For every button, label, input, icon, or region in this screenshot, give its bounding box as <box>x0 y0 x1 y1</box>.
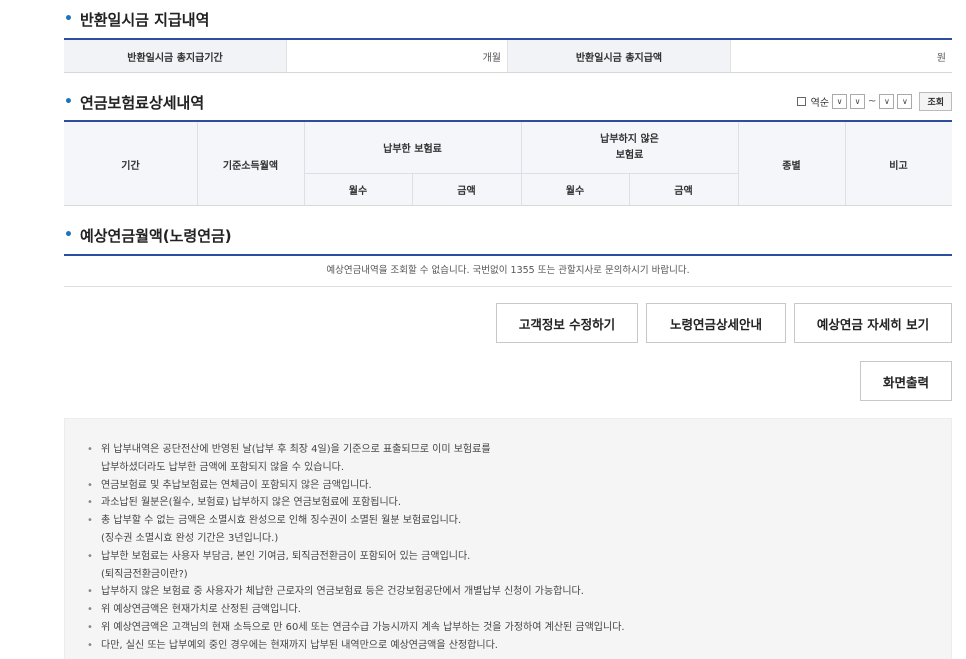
notes-box: • 위 납부내역은 공단전산에 반영된 날(납부 후 최장 4일)을 기준으로 표… <box>64 418 952 659</box>
chevron-down-icon: ∨ <box>836 97 843 106</box>
note-item: (징수권 소멸시효 완성 기간은 3년입니다.) <box>101 532 279 544</box>
bullet-icon: • <box>64 94 73 110</box>
bullet-icon: • <box>87 497 93 509</box>
end-year-select[interactable]: ∨ <box>879 94 895 109</box>
print-screen-button[interactable]: 화면출력 <box>860 361 952 401</box>
header-remarks: 비고 <box>889 160 908 172</box>
old-age-guide-button[interactable]: 노령연금상세안내 <box>646 303 786 343</box>
detail-title-text: 연금보험료상세내역 <box>79 93 205 112</box>
note-item: • 총 납부할 수 없는 금액은 소멸시효 완성으로 인해 징수권이 소멸된 월분… <box>85 512 951 530</box>
refund-amount-label: 반환일시금 총지급액 <box>508 40 730 72</box>
expected-bottom-border <box>64 286 952 287</box>
edit-customer-button[interactable]: 고객정보 수정하기 <box>496 303 638 343</box>
reverse-checkbox[interactable] <box>796 97 806 106</box>
bullet-icon: • <box>87 444 93 455</box>
expected-message: 예상연금내역을 조회할 수 없습니다. 국번없이 1355 또는 관할지사로 문… <box>326 265 690 276</box>
start-month-select[interactable]: ∨ <box>850 94 866 109</box>
note-link-retirement[interactable]: (퇴직금전환금이란?) <box>85 566 951 584</box>
note-item: • 납부하지 않은 보험료 중 사용자가 체납한 근로자의 연금보험료 등은 건강… <box>85 583 951 601</box>
bullet-icon: • <box>64 11 73 27</box>
header-unpaid-months: 월수 <box>565 186 585 197</box>
search-button[interactable]: 조회 <box>919 92 952 111</box>
header-base-income: 기준소득월액 <box>222 160 279 172</box>
bullet-icon: • <box>87 639 93 651</box>
expected-title-text: 예상연금월액(노령연금) <box>79 226 232 245</box>
chevron-down-icon: ∨ <box>884 97 890 106</box>
bullet-icon: • <box>87 515 93 527</box>
range-separator: ~ <box>868 96 877 107</box>
header-paid-amount: 금액 <box>457 186 476 197</box>
note-item: • 위 예상연금액은 현재가치로 산정된 금액입니다. <box>85 601 951 619</box>
bullet-icon: • <box>64 227 73 243</box>
refund-amount-value: 원 <box>730 40 952 72</box>
bullet-icon: • <box>87 621 93 633</box>
refund-summary-table: 반환일시금 총지급기간 개월 반환일시금 총지급액 원 <box>64 38 952 73</box>
note-item: • 과소납된 월분은(월수, 보험료) 납부하지 않은 연금보험료에 포함됩니다. <box>85 494 951 512</box>
header-paid-months: 월수 <box>348 186 368 197</box>
note-item: • 위 납부내역은 공단전산에 반영된 날(납부 후 최장 4일)을 기준으로 표… <box>85 441 951 459</box>
refund-period-unit: 개월 <box>482 52 501 64</box>
expected-section-title: • 예상연금월액(노령연금) <box>64 224 232 246</box>
header-period: 기간 <box>121 160 140 172</box>
start-year-select[interactable]: ∨ <box>832 94 848 109</box>
end-month-select[interactable]: ∨ <box>897 94 913 109</box>
bullet-icon: • <box>87 479 93 491</box>
expected-top-border <box>64 254 952 256</box>
refund-period-label: 반환일시금 총지급기간 <box>64 40 286 72</box>
header-type: 종별 <box>782 160 801 172</box>
chevron-down-icon: ∨ <box>854 97 861 106</box>
note-item: • 다만, 실신 또는 납부예외 중인 경우에는 현재까지 납부된 내역만으로 예… <box>85 637 951 655</box>
detail-toolbar: 역순 ∨ ∨ ~ ∨ ∨ 조회 <box>796 92 952 111</box>
bullet-icon: • <box>87 604 93 616</box>
note-item: • 납부한 보험료는 사용자 부담금, 본인 기여금, 퇴직금전환금이 포함되어 … <box>85 548 951 566</box>
header-unpaid-amount: 금액 <box>674 186 693 197</box>
refund-title-text: 반환일시금 지급내역 <box>79 10 210 29</box>
note-item: 납부하셨더라도 납부한 금액에 포함되지 않을 수 있습니다. <box>101 461 345 473</box>
reverse-label: 역순 <box>810 98 830 109</box>
refund-period-value: 개월 <box>286 40 508 72</box>
bullet-icon: • <box>87 550 93 562</box>
refund-section-title: • 반환일시금 지급내역 <box>64 8 209 30</box>
bullet-icon: • <box>87 586 93 598</box>
refund-amount-unit: 원 <box>936 52 946 64</box>
note-item: • 연금보험료 및 추납보험료는 연체금이 포함되지 않은 금액입니다. <box>85 477 951 495</box>
header-paid: 납부한 보험료 <box>383 144 442 155</box>
premium-detail-table: 기간 기준소득월액 납부한 보험료 납부하지 않은 보험료 월수 금액 월수 금… <box>64 120 952 206</box>
chevron-down-icon: ∨ <box>902 97 908 106</box>
expected-detail-button[interactable]: 예상연금 자세히 보기 <box>794 303 952 343</box>
detail-section-title: • 연금보험료상세내역 <box>64 91 204 113</box>
header-unpaid: 납부하지 않은 보험료 <box>600 133 659 161</box>
note-item: • 위 예상연금액은 고객님의 현재 소득으로 만 60세 또는 연금수급 가능시… <box>85 619 951 637</box>
